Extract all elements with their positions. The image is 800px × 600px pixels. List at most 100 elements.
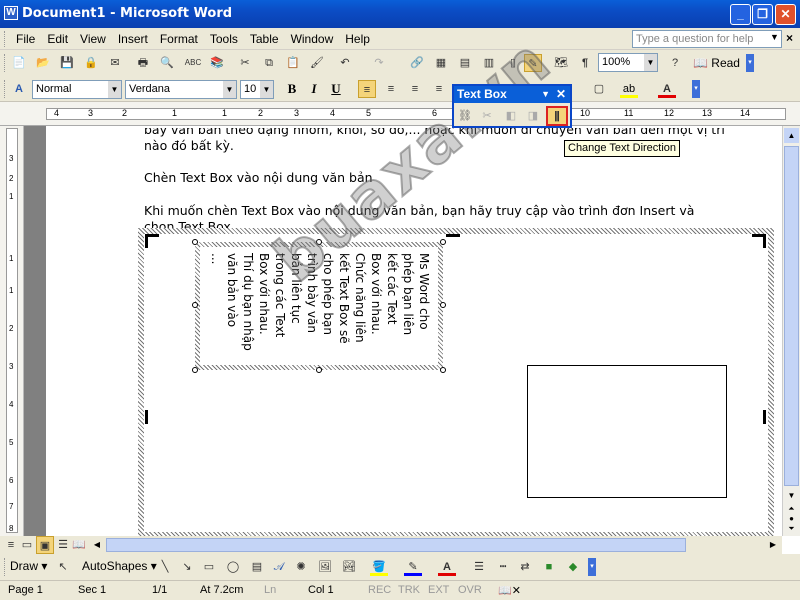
paragraph-line[interactable]: nào đó bất kỳ. <box>144 138 234 153</box>
wordart-icon[interactable]: 𝒜 <box>270 558 288 576</box>
next-page-icon[interactable]: ⏷ <box>784 524 799 534</box>
canvas-corner-handle[interactable] <box>752 234 766 248</box>
create-link-icon[interactable]: ⛓ <box>456 107 474 125</box>
resize-handle[interactable] <box>192 239 198 245</box>
canvas-side-handle[interactable] <box>763 410 766 424</box>
chevron-down-icon[interactable]: ▼ <box>644 54 657 71</box>
previous-page-icon[interactable]: ⏶ <box>784 504 799 514</box>
chevron-down-icon[interactable]: ▼ <box>260 81 273 98</box>
scroll-right-icon[interactable]: ▶ <box>766 538 780 552</box>
undo-icon[interactable]: ↶ <box>336 54 354 72</box>
vertical-scrollbar[interactable]: ▲ ▼ ⏶ ● ⏷ <box>782 126 800 536</box>
hyperlink-icon[interactable]: 🔗 <box>408 54 426 72</box>
help-icon[interactable]: ? <box>666 54 684 72</box>
menu-table[interactable]: Table <box>244 28 285 50</box>
toolbar-options-icon[interactable]: ▾ <box>692 80 700 98</box>
vertical-ruler[interactable]: 3 2 1 1 1 2 3 4 5 6 7 8 <box>0 126 24 536</box>
save-icon[interactable]: 💾 <box>58 54 76 72</box>
close-button[interactable]: ✕ <box>775 4 796 25</box>
line-style-icon[interactable]: ☰ <box>470 558 488 576</box>
3d-style-icon[interactable]: ◆ <box>564 558 582 576</box>
research-icon[interactable]: 📚 <box>208 54 226 72</box>
status-ext[interactable]: EXT <box>428 584 449 596</box>
text-box-icon[interactable]: ▤ <box>248 558 266 576</box>
permission-icon[interactable]: 🔒 <box>82 54 100 72</box>
open-icon[interactable]: 📂 <box>34 54 52 72</box>
close-document-icon[interactable]: × <box>786 31 793 45</box>
chevron-down-icon[interactable]: ▼ <box>223 81 236 98</box>
borders-icon[interactable]: ▢ <box>590 80 608 98</box>
next-text-box-icon[interactable]: ◨ <box>524 107 542 125</box>
draw-menu-button[interactable]: Draw ▾ <box>10 559 47 573</box>
canvas-corner-handle[interactable] <box>145 234 159 248</box>
select-objects-icon[interactable]: ↖ <box>54 558 72 576</box>
menu-insert[interactable]: Insert <box>112 28 154 50</box>
scroll-thumb[interactable] <box>106 538 686 552</box>
menu-help[interactable]: Help <box>339 28 376 50</box>
resize-handle[interactable] <box>440 367 446 373</box>
word-app-icon[interactable]: W <box>4 6 18 20</box>
dash-style-icon[interactable]: ┅ <box>494 558 512 576</box>
resize-handle[interactable] <box>440 302 446 308</box>
italic-button[interactable]: I <box>304 80 324 98</box>
chevron-down-icon[interactable]: ▼ <box>541 86 550 103</box>
redo-icon[interactable]: ↷ <box>370 54 388 72</box>
select-browse-object-icon[interactable]: ● <box>784 514 799 524</box>
line-icon[interactable]: ╲ <box>156 558 174 576</box>
highlight-icon[interactable]: ab <box>620 80 638 98</box>
read-button[interactable]: 📖 Read <box>690 54 743 72</box>
scroll-left-icon[interactable]: ◀ <box>90 538 104 552</box>
toolbar-options-icon[interactable]: ▾ <box>746 54 754 72</box>
arrow-icon[interactable]: ↘ <box>178 558 196 576</box>
toolbar-options-icon[interactable]: ▾ <box>588 558 596 576</box>
align-right-icon[interactable]: ≡ <box>406 80 424 98</box>
spelling-status-icon[interactable]: 📖✕ <box>498 584 521 597</box>
status-rec[interactable]: REC <box>368 584 391 596</box>
resize-handle[interactable] <box>192 302 198 308</box>
paragraph-line[interactable]: Khi muốn chèn Text Box vào nội dung văn … <box>144 203 694 218</box>
fill-color-icon[interactable]: 🪣 <box>370 558 388 576</box>
change-text-direction-icon[interactable]: ⫼ <box>546 106 568 126</box>
reading-layout-icon[interactable]: 📖 <box>70 536 88 554</box>
line-color-icon[interactable]: ✎ <box>404 558 422 576</box>
ask-dropdown-icon[interactable]: ▼ <box>770 32 779 42</box>
minimize-button[interactable]: _ <box>730 4 751 25</box>
break-link-icon[interactable]: ✂ <box>478 107 496 125</box>
show-hide-icon[interactable]: ¶ <box>576 54 594 72</box>
clip-art-icon[interactable]: 🖼 <box>316 558 334 576</box>
status-trk[interactable]: TRK <box>398 584 420 596</box>
toolbar-grip[interactable] <box>4 31 7 47</box>
spelling-icon[interactable]: ABC <box>184 54 202 72</box>
toolbar-grip[interactable] <box>4 558 7 576</box>
arrow-style-icon[interactable]: ⇄ <box>516 558 534 576</box>
diagram-icon[interactable]: ✺ <box>292 558 310 576</box>
status-ovr[interactable]: OVR <box>458 584 482 596</box>
format-painter-icon[interactable]: 🖌 <box>308 54 326 72</box>
align-center-icon[interactable]: ≡ <box>382 80 400 98</box>
close-icon[interactable]: ✕ <box>556 86 566 103</box>
canvas-side-handle[interactable] <box>145 410 148 424</box>
chevron-down-icon[interactable]: ▼ <box>108 81 121 98</box>
canvas-side-handle[interactable] <box>446 234 460 237</box>
previous-text-box-icon[interactable]: ◧ <box>502 107 520 125</box>
menu-edit[interactable]: Edit <box>41 28 74 50</box>
print-preview-icon[interactable]: 🔍 <box>158 54 176 72</box>
toolbar-grip[interactable] <box>4 80 7 98</box>
email-icon[interactable]: ✉ <box>106 54 124 72</box>
copy-icon[interactable]: ⧉ <box>260 54 278 72</box>
tables-borders-icon[interactable]: ▦ <box>432 54 450 72</box>
empty-text-box[interactable] <box>527 365 727 498</box>
horizontal-scrollbar[interactable]: ≡ ▭ ▣ ☰ 📖 ◀ ▶ <box>0 536 782 554</box>
cut-icon[interactable]: ✂ <box>236 54 254 72</box>
scroll-thumb[interactable] <box>784 146 799 486</box>
font-color-icon[interactable]: A <box>658 80 676 98</box>
resize-handle[interactable] <box>440 239 446 245</box>
font-color-icon[interactable]: A <box>438 558 456 576</box>
insert-picture-icon[interactable]: 🏞 <box>340 558 358 576</box>
text-box-toolbar-title[interactable]: Text Box ▼ ✕ <box>454 86 570 103</box>
scroll-down-icon[interactable]: ▼ <box>784 488 799 503</box>
menu-tools[interactable]: Tools <box>204 28 244 50</box>
underline-button[interactable]: U <box>326 80 346 98</box>
web-layout-icon[interactable]: ▭ <box>18 536 36 554</box>
zoom-combo[interactable]: 100% ▼ <box>598 53 658 72</box>
